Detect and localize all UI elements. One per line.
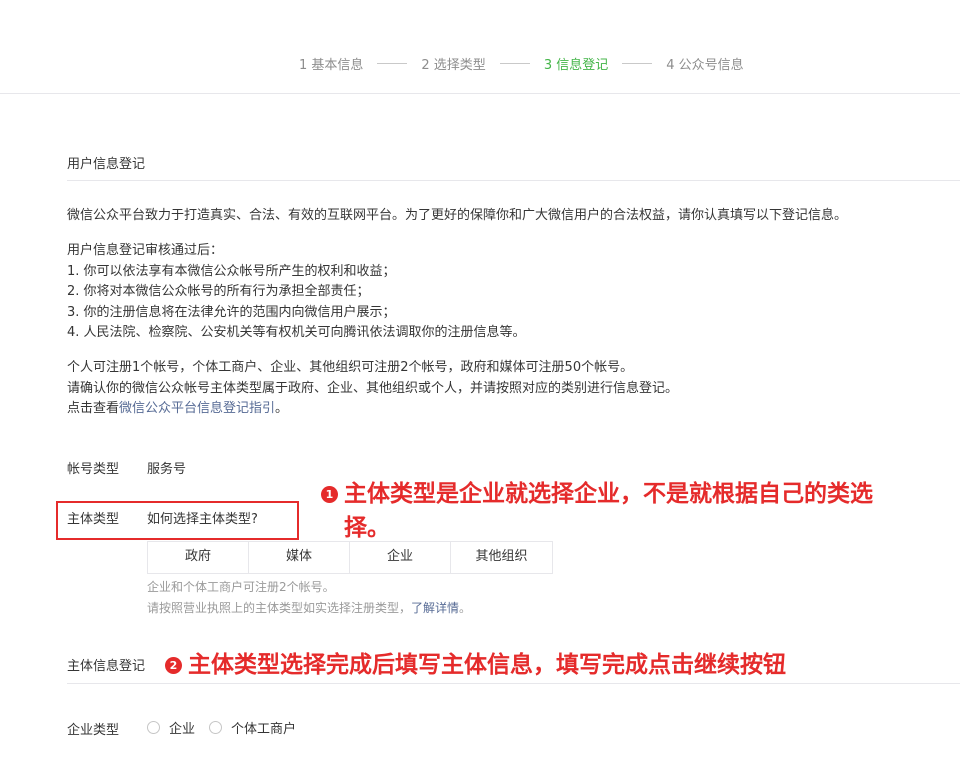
tip-prefix: 请按照营业执照上的主体类型如实选择注册类型，	[147, 601, 412, 615]
radio-circle[interactable]	[147, 721, 160, 734]
guide-suffix: 。	[275, 401, 289, 416]
radio-individual-business[interactable]: 个体工商户	[209, 718, 296, 737]
divider	[67, 683, 960, 684]
subject-info-title: 主体信息登记	[67, 659, 146, 674]
step-indicator: 1 基本信息 2 选择类型 3 信息登记 4 公众号信息	[299, 54, 744, 73]
radio-label: 个体工商户	[231, 722, 297, 737]
subject-type-tip-2: 请按照营业执照上的主体类型如实选择注册类型，了解详情。	[147, 599, 471, 616]
how-to-choose-link[interactable]: 如何选择主体类型?	[147, 508, 258, 527]
annotation-1-line-1: 1 主体类型是企业就选择企业，不是就根据自己的类选	[321, 477, 956, 511]
tip-suffix: 。	[459, 601, 472, 615]
rule-item: 3. 你的注册信息将在法律允许的范围内向微信用户展示；	[67, 304, 396, 320]
guide-line: 点击查看微信公众平台信息登记指引。	[67, 399, 288, 420]
subject-type-enterprise[interactable]: 企业	[350, 542, 451, 573]
learn-more-link[interactable]: 了解详情	[411, 601, 459, 615]
subject-type-label: 主体类型	[67, 512, 120, 527]
annotation-2-text: 主体类型选择完成后填写主体信息，填写完成点击继续按钮	[188, 652, 786, 678]
confirm-note: 请确认你的微信公众帐号主体类型属于政府、企业、其他组织或个人，并请按照对应的类别…	[67, 380, 679, 396]
account-type-label: 帐号类型	[67, 462, 120, 477]
top-bar: 1 基本信息 2 选择类型 3 信息登记 4 公众号信息	[0, 0, 960, 94]
subject-type-other-org[interactable]: 其他组织	[451, 542, 552, 573]
subject-type-selector: 政府 媒体 企业 其他组织	[147, 541, 553, 574]
guide-link[interactable]: 微信公众平台信息登记指引	[119, 401, 275, 416]
step-account-info: 4 公众号信息	[666, 58, 744, 73]
step-info-register: 3 信息登记	[543, 58, 609, 73]
user-info-title: 用户信息登记	[67, 157, 146, 172]
step-divider	[499, 63, 530, 64]
step-divider	[622, 63, 653, 64]
annotation-number-badge: 2	[165, 657, 182, 674]
enterprise-type-radio-group: 企业 个体工商户	[147, 718, 310, 737]
annotation-2: 2 主体类型选择完成后填写主体信息，填写完成点击继续按钮	[165, 648, 786, 682]
annotation-number-badge: 1	[321, 486, 338, 503]
quota-note: 个人可注册1个帐号，个体工商户、企业、其他组织可注册2个帐号，政府和媒体可注册5…	[67, 360, 634, 375]
subject-type-government[interactable]: 政府	[148, 542, 249, 573]
after-approval-title: 用户信息登记审核通过后：	[67, 243, 224, 258]
radio-enterprise[interactable]: 企业	[147, 718, 195, 737]
account-type-value: 服务号	[147, 462, 187, 477]
guide-prefix: 点击查看	[67, 401, 120, 416]
rule-item: 1. 你可以依法享有本微信公众帐号所产生的权利和收益；	[67, 263, 396, 279]
step-basic-info: 1 基本信息	[299, 58, 364, 73]
step-divider	[377, 63, 408, 64]
radio-label: 企业	[169, 722, 196, 737]
step-choose-type: 2 选择类型	[421, 58, 486, 73]
rule-item: 4. 人民法院、检察院、公安机关等有权机关可向腾讯依法调取你的注册信息等。	[67, 325, 526, 340]
radio-circle[interactable]	[209, 721, 223, 734]
subject-type-media[interactable]: 媒体	[249, 542, 350, 573]
rule-item: 2. 你将对本微信公众帐号的所有行为承担全部责任；	[67, 284, 370, 299]
divider	[67, 180, 960, 181]
intro-text: 微信公众平台致力于打造真实、合法、有效的互联网平台。为了更好的保障你和广大微信用…	[67, 208, 848, 223]
annotation-1: 1 主体类型是企业就选择企业，不是就根据自己的类选 择。	[321, 477, 956, 545]
subject-type-tip: 企业和个体工商户可注册2个帐号。	[147, 580, 335, 594]
enterprise-type-label: 企业类型	[67, 723, 120, 738]
annotation-1-text: 主体类型是企业就选择企业，不是就根据自己的类选	[344, 481, 873, 507]
annotation-1-line-2: 择。	[344, 515, 390, 541]
